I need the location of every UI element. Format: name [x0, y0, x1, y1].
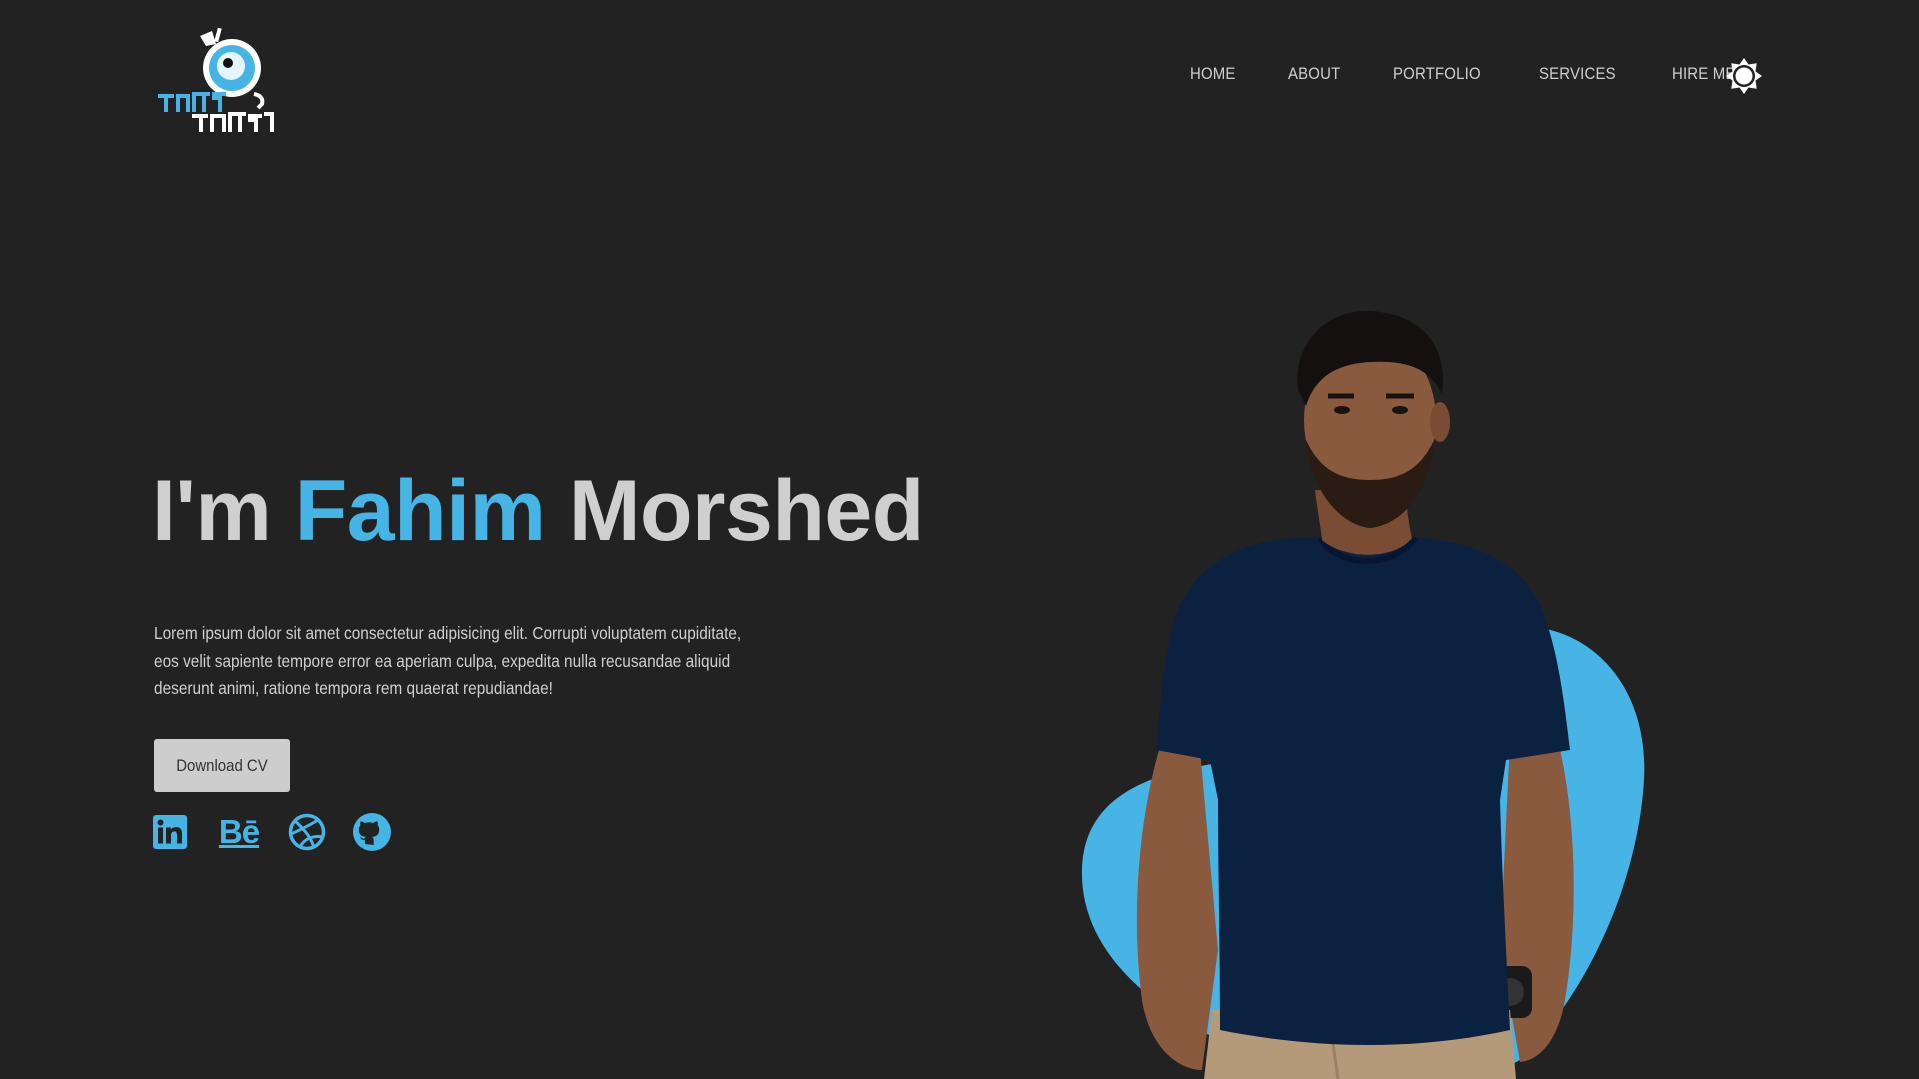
dribbble-link[interactable]	[287, 812, 327, 852]
hero-first-name: Fahim	[294, 463, 546, 559]
download-cv-label: Download CV	[176, 755, 268, 775]
nav-item-services[interactable]: SERVICES	[1539, 64, 1616, 84]
github-link[interactable]	[352, 812, 392, 852]
nav-item-about[interactable]: ABOUT	[1288, 64, 1340, 84]
site-logo[interactable]	[154, 26, 278, 138]
behance-icon: Bē	[218, 813, 260, 850]
linkedin-link[interactable]	[152, 812, 188, 852]
social-links: Bē	[152, 812, 402, 852]
theme-toggle-button[interactable]	[1726, 58, 1762, 94]
linkedin-icon	[153, 815, 187, 849]
hero-description: Lorem ipsum dolor sit amet consectetur a…	[154, 623, 742, 698]
portrait-image	[1081, 310, 1645, 1079]
download-cv-button[interactable]: Download CV	[154, 739, 290, 792]
hero-portrait	[1070, 310, 1670, 1079]
dribbble-icon	[288, 813, 326, 851]
behance-link[interactable]: Bē	[212, 812, 266, 852]
nav-item-portfolio[interactable]: PORTFOLIO	[1393, 64, 1481, 84]
github-icon	[353, 813, 391, 851]
page: HOME ABOUT PORTFOLIO SERVICES HIRE ME I'…	[0, 0, 1919, 1079]
logo-image	[158, 27, 274, 132]
sun-icon	[1726, 58, 1762, 94]
hero-title: I'm Fahim Morshed	[152, 468, 924, 554]
main-nav: HOME ABOUT PORTFOLIO SERVICES HIRE ME	[1190, 64, 1767, 84]
hero-title-prefix: I'm	[152, 463, 272, 559]
hero-last-name: Morshed	[568, 463, 924, 559]
nav-item-home[interactable]: HOME	[1190, 64, 1236, 84]
